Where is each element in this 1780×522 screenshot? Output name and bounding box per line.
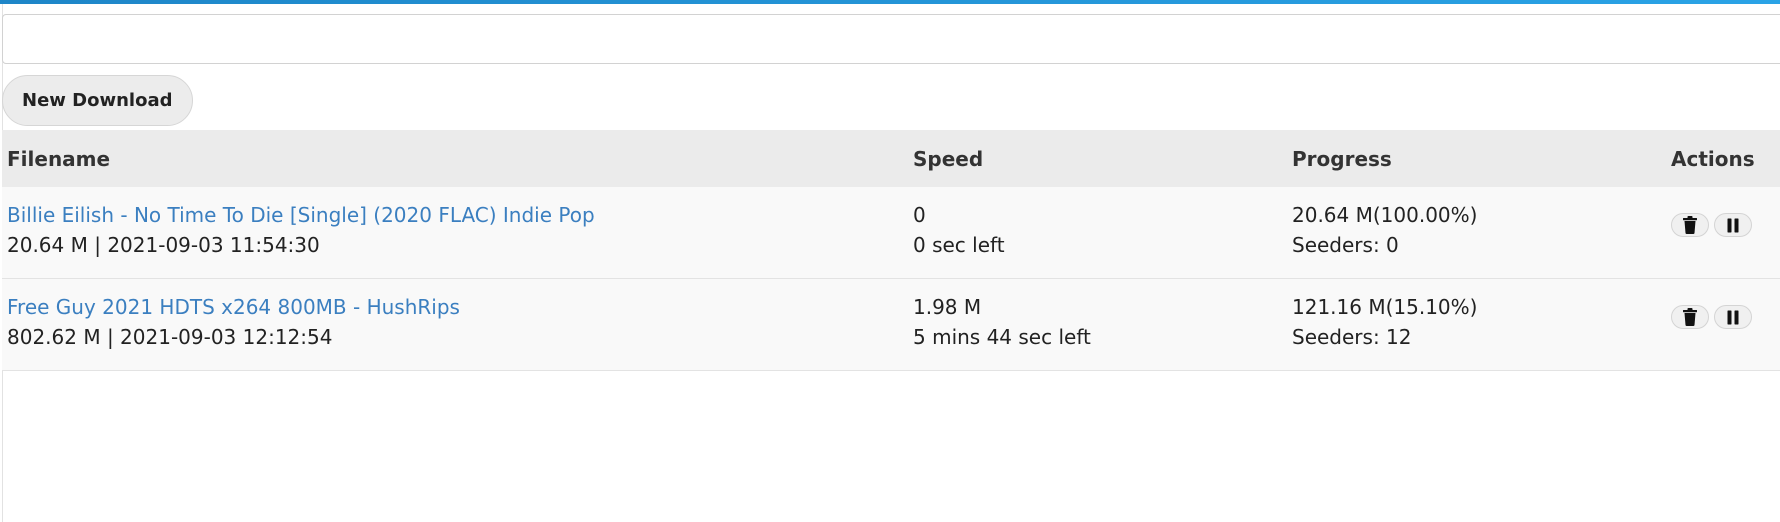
- seeders-count: Seeders: 12: [1292, 325, 1412, 349]
- new-download-button[interactable]: New Download: [2, 75, 193, 126]
- trash-icon: [1683, 308, 1697, 326]
- delete-button[interactable]: [1671, 305, 1709, 329]
- table-header: Filename Speed Progress Actions: [2, 130, 1780, 187]
- table-row: Billie Eilish - No Time To Die [Single] …: [2, 187, 1780, 279]
- filename-link[interactable]: Billie Eilish - No Time To Die [Single] …: [7, 203, 595, 227]
- file-size-date: 20.64 M | 2021-09-03 11:54:30: [7, 233, 320, 257]
- file-size-date: 802.62 M | 2021-09-03 12:12:54: [7, 325, 333, 349]
- trash-icon: [1683, 216, 1697, 234]
- progress-value: 20.64 M(100.00%): [1292, 203, 1478, 227]
- header-progress: Progress: [1292, 147, 1392, 171]
- pause-button[interactable]: [1714, 213, 1752, 237]
- row-actions: [1671, 213, 1752, 237]
- speed-value: 0: [913, 203, 926, 227]
- downloads-table: Filename Speed Progress Actions Billie E…: [2, 130, 1780, 371]
- row-actions: [1671, 305, 1752, 329]
- time-left: 0 sec left: [913, 233, 1005, 257]
- top-accent-bar: [0, 0, 1780, 4]
- pause-button[interactable]: [1714, 305, 1752, 329]
- header-filename: Filename: [7, 147, 111, 171]
- url-input[interactable]: [2, 14, 1780, 64]
- progress-value: 121.16 M(15.10%): [1292, 295, 1478, 319]
- delete-button[interactable]: [1671, 213, 1709, 237]
- filename-link[interactable]: Free Guy 2021 HDTS x264 800MB - HushRips: [7, 295, 460, 319]
- header-speed: Speed: [913, 147, 984, 171]
- pause-icon: [1727, 310, 1739, 324]
- header-actions: Actions: [1671, 147, 1755, 171]
- pause-icon: [1727, 218, 1739, 232]
- seeders-count: Seeders: 0: [1292, 233, 1399, 257]
- speed-value: 1.98 M: [913, 295, 982, 319]
- time-left: 5 mins 44 sec left: [913, 325, 1091, 349]
- table-row: Free Guy 2021 HDTS x264 800MB - HushRips…: [2, 279, 1780, 371]
